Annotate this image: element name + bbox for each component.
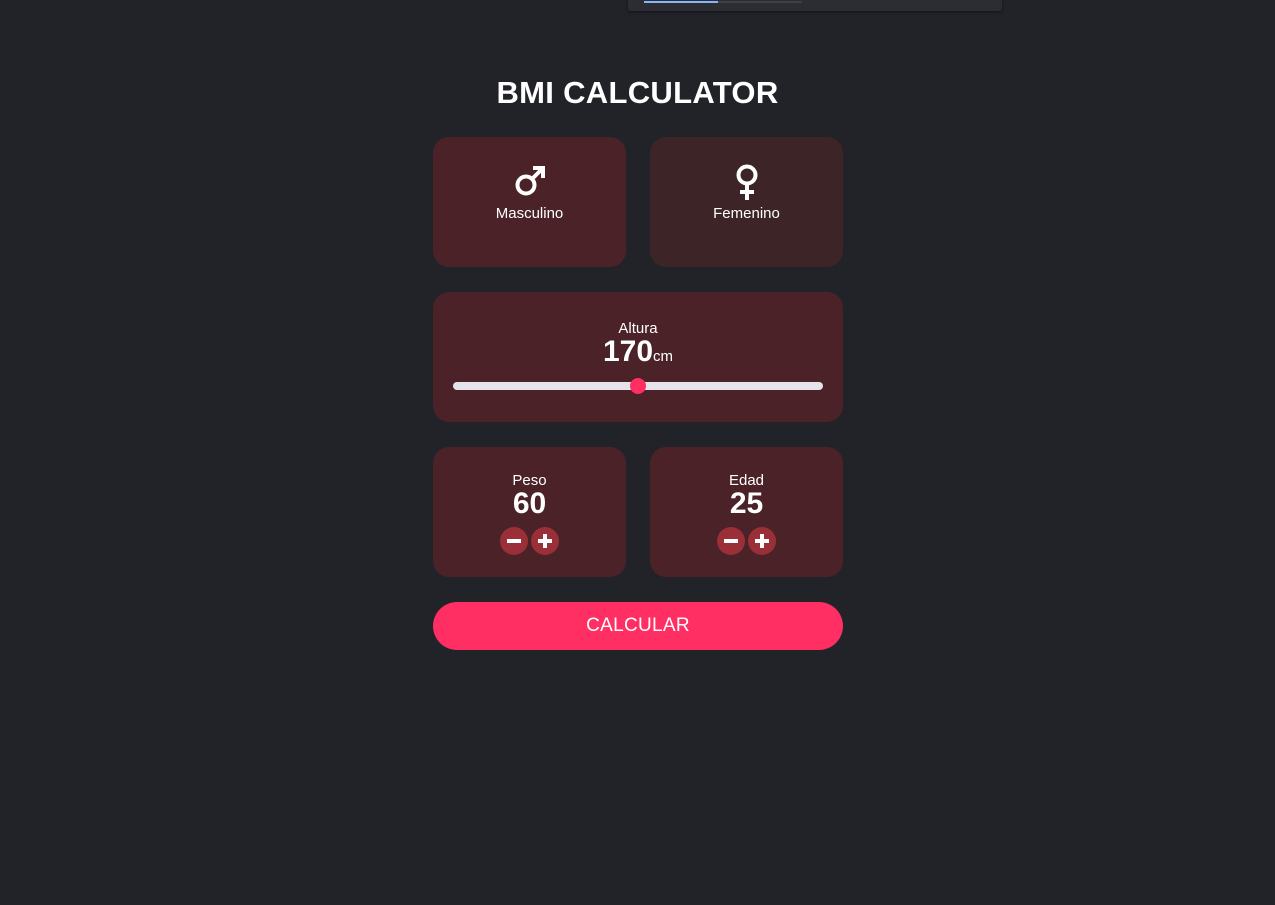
plus-icon — [755, 534, 769, 548]
weight-decrement-button[interactable] — [500, 527, 528, 555]
age-decrement-button[interactable] — [717, 527, 745, 555]
age-value: 25 — [729, 487, 764, 520]
calculate-button[interactable]: CALCULAR — [433, 602, 843, 650]
gender-female-label: Femenino — [713, 205, 780, 222]
male-symbol-icon — [433, 164, 626, 200]
browser-overlay-bar — [628, 0, 1002, 11]
minus-icon — [507, 539, 521, 543]
gender-male-label: Masculino — [495, 205, 564, 222]
female-symbol-icon — [650, 164, 843, 200]
weight-stepper — [433, 527, 626, 555]
height-value: 170 — [602, 335, 654, 368]
height-slider-thumb[interactable] — [630, 378, 646, 394]
weight-card: Peso 60 — [433, 447, 626, 577]
height-unit: cm — [653, 348, 674, 365]
height-readout: 170cm — [433, 334, 843, 375]
page-title: BMI CALCULATOR — [496, 75, 779, 110]
loading-progress-track — [644, 1, 802, 3]
age-increment-button[interactable] — [748, 527, 776, 555]
weight-increment-button[interactable] — [531, 527, 559, 555]
height-card: Altura 170cm — [433, 292, 843, 422]
age-card: Edad 25 — [650, 447, 843, 577]
gender-male-card[interactable]: Masculino — [433, 137, 626, 267]
age-stepper — [650, 527, 843, 555]
loading-progress-fill — [644, 1, 719, 3]
gender-female-card[interactable]: Femenino — [650, 137, 843, 267]
plus-icon — [538, 534, 552, 548]
weight-value: 60 — [512, 487, 547, 520]
minus-icon — [724, 539, 738, 543]
